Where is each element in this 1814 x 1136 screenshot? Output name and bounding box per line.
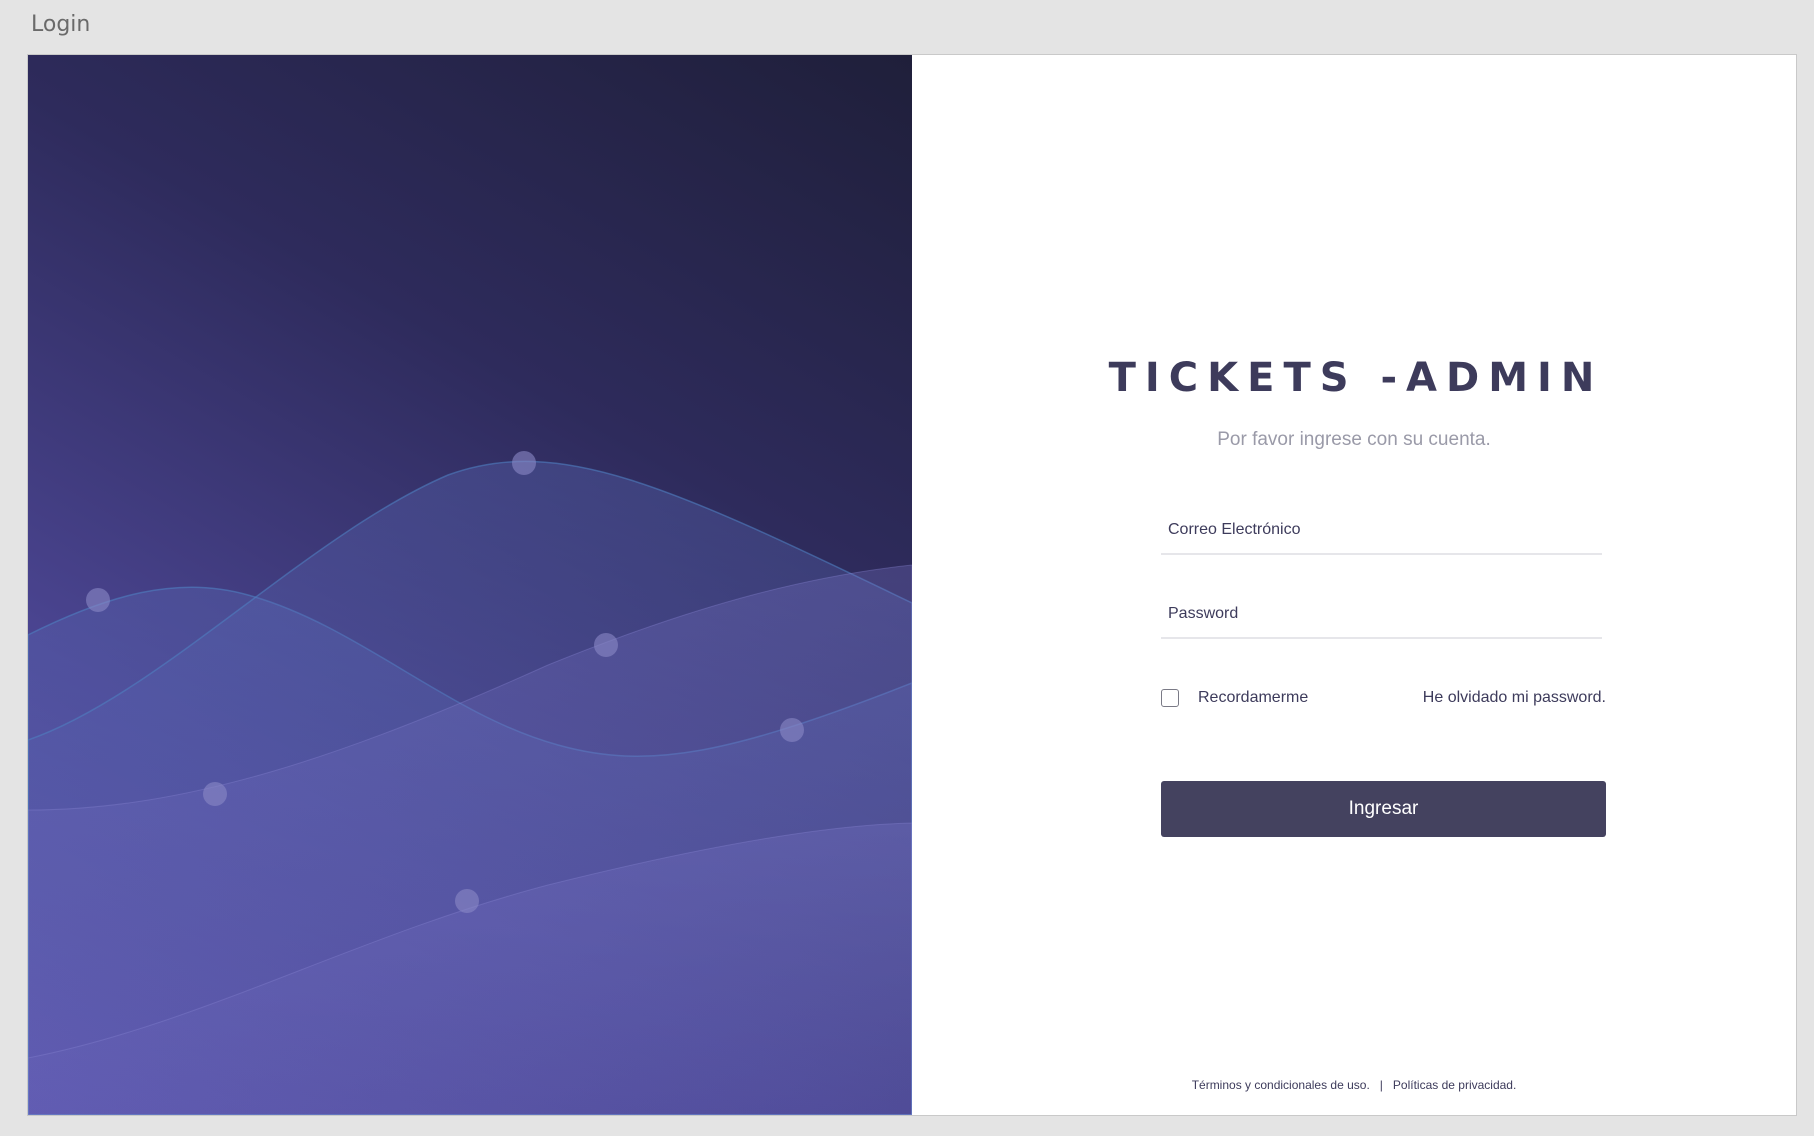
footer-links: Términos y condicionales de uso. | Polític…	[912, 1078, 1796, 1092]
wave-dot	[780, 718, 804, 742]
login-submit-button[interactable]: Ingresar	[1161, 781, 1606, 837]
forgot-password-link[interactable]: He olvidado mi password.	[1423, 689, 1606, 707]
wave-dot	[594, 633, 618, 657]
remember-label[interactable]: Recordamerme	[1198, 689, 1308, 707]
wave-dot	[203, 782, 227, 806]
decorative-wave-panel	[28, 55, 912, 1115]
window-title: Login	[31, 12, 91, 37]
login-subtitle: Por favor ingrese con su cuenta.	[1217, 429, 1491, 450]
terms-link[interactable]: Términos y condicionales de uso.	[1192, 1078, 1370, 1092]
remember-checkbox[interactable]	[1161, 689, 1179, 707]
wave-dot	[455, 889, 479, 913]
remember-row: Recordamerme He olvidado mi password.	[1161, 687, 1606, 711]
wave-dot	[86, 588, 110, 612]
login-frame: TICKETS -ADMIN Por favor ingrese con su …	[27, 54, 1797, 1116]
email-input[interactable]	[1161, 507, 1602, 555]
wave-illustration	[28, 451, 912, 1115]
brand-title: TICKETS -ADMIN	[1108, 355, 1604, 401]
wave-dot	[512, 451, 536, 475]
footer-separator: |	[1379, 1078, 1383, 1092]
login-panel: TICKETS -ADMIN Por favor ingrese con su …	[912, 55, 1796, 1115]
password-input[interactable]	[1161, 591, 1602, 639]
privacy-link[interactable]: Políticas de privacidad.	[1393, 1078, 1516, 1092]
